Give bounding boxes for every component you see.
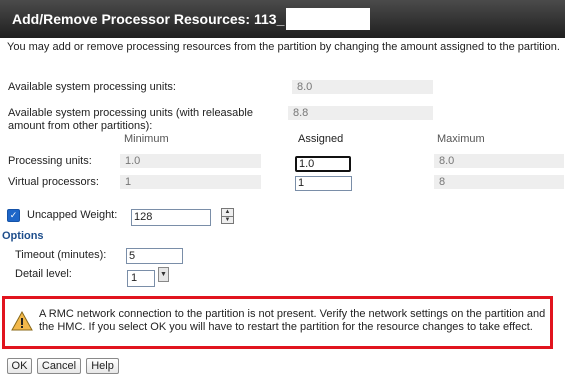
column-maximum: Maximum (437, 133, 485, 145)
cancel-button[interactable]: Cancel (37, 358, 81, 374)
processing-units-maximum: 8.0 (434, 154, 564, 168)
releasable-units-value: 8.8 (288, 106, 433, 120)
timeout-input[interactable]: 5 (126, 248, 183, 264)
uncapped-weight-label: Uncapped Weight: (27, 209, 118, 221)
processing-units-label: Processing units: (8, 155, 92, 167)
uncapped-checkbox[interactable]: ✓ (7, 209, 20, 222)
redacted-name-mask (286, 8, 370, 30)
timeout-label: Timeout (minutes): (15, 249, 107, 261)
uncapped-weight-spinner[interactable]: ▲ ▼ (221, 208, 234, 224)
virtual-processors-minimum: 1 (120, 175, 261, 189)
dialog-title: Add/Remove Processor Resources: 113_ (12, 11, 285, 27)
chevron-down-icon[interactable]: ▼ (158, 267, 169, 282)
spinner-up-icon[interactable]: ▲ (222, 209, 233, 216)
virtual-processors-label: Virtual processors: (8, 176, 99, 188)
available-units-label: Available system processing units: (8, 81, 176, 93)
column-minimum: Minimum (124, 133, 169, 145)
dialog-title-bar: Add/Remove Processor Resources: 113_ (0, 0, 565, 38)
virtual-processors-assigned-input[interactable]: 1 (295, 176, 352, 191)
detail-level-label: Detail level: (15, 268, 72, 280)
options-header: Options (2, 230, 44, 242)
ok-button[interactable]: OK (7, 358, 32, 374)
available-units-value: 8.0 (292, 80, 433, 94)
virtual-processors-maximum: 8 (434, 175, 564, 189)
uncapped-weight-input[interactable]: 128 (131, 209, 211, 226)
processing-units-assigned-input[interactable]: 1.0 (295, 156, 351, 172)
detail-level-select[interactable]: 1 (127, 270, 155, 287)
rmc-warning-box: A RMC network connection to the partitio… (2, 296, 553, 349)
spinner-down-icon[interactable]: ▼ (222, 217, 233, 224)
releasable-units-label-line2: amount from other partitions): (8, 120, 153, 132)
intro-text: You may add or remove processing resourc… (7, 41, 560, 53)
processing-units-minimum: 1.0 (120, 154, 261, 168)
rmc-warning-message: A RMC network connection to the partitio… (39, 308, 546, 333)
column-assigned: Assigned (298, 133, 344, 145)
warning-icon (11, 311, 33, 331)
releasable-units-label-line1: Available system processing units (with … (8, 107, 253, 119)
help-button[interactable]: Help (86, 358, 119, 374)
